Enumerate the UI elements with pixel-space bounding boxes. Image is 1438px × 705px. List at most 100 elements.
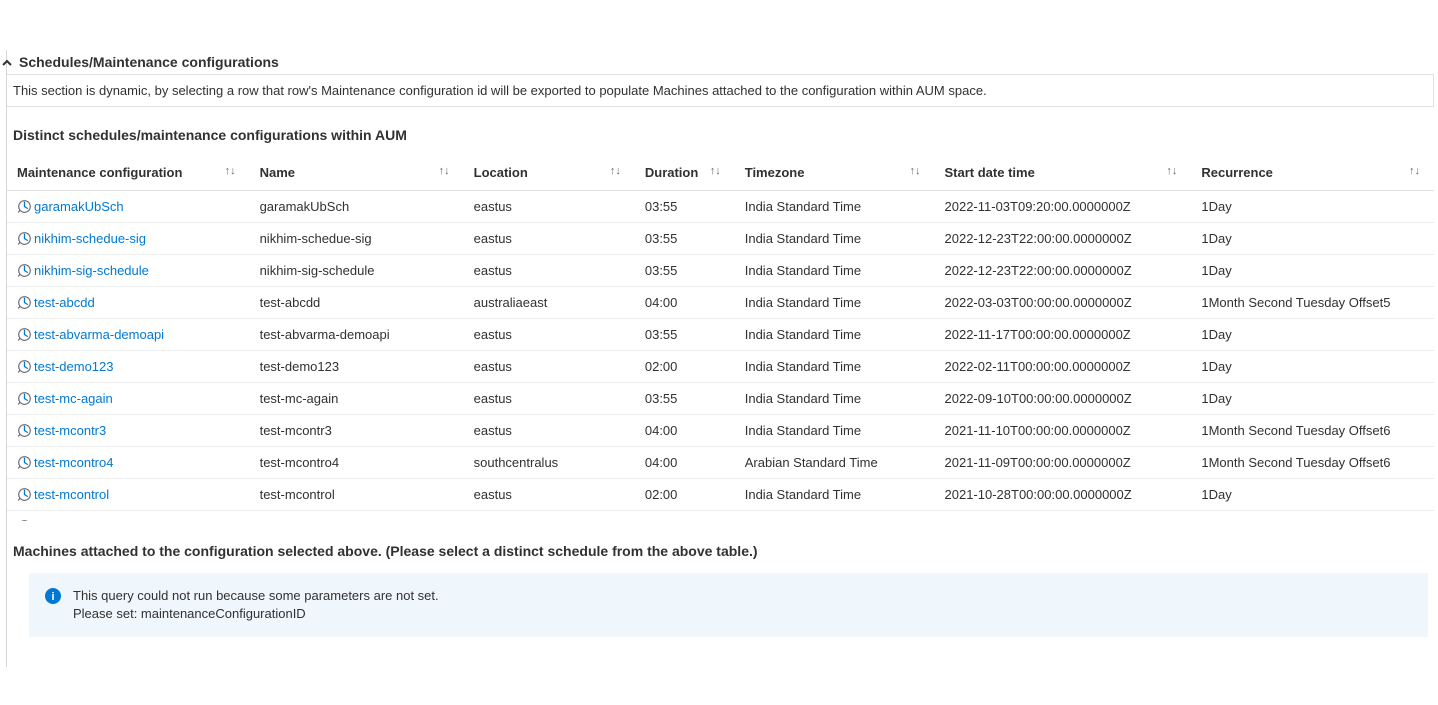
maintenance-config-icon — [17, 295, 32, 310]
table-row[interactable]: test-mcontroltest-mcontroleastus02:00Ind… — [7, 479, 1434, 511]
maintenance-config-icon — [17, 199, 32, 214]
cell-duration: 04:00 — [635, 447, 735, 479]
cell-name: test-demo123 — [250, 351, 464, 383]
column-header-4[interactable]: Timezone↑↓ — [735, 157, 935, 191]
config-link[interactable]: nikhim-sig-schedule — [34, 263, 149, 278]
maintenance-config-icon — [17, 231, 32, 246]
sort-icon[interactable]: ↑↓ — [1409, 165, 1420, 177]
table-section-title: Distinct schedules/maintenance configura… — [7, 107, 1438, 157]
column-header-0[interactable]: Maintenance configuration ↑↓ — [7, 157, 250, 191]
table-row[interactable]: test-mcontrol1test-mcontrol1eastus02:00I… — [7, 511, 1434, 522]
cell-name: test-mc-again — [250, 383, 464, 415]
cell-name: nikhim-sig-schedule — [250, 255, 464, 287]
config-link[interactable]: test-demo123 — [34, 359, 114, 374]
config-link[interactable]: nikhim-schedue-sig — [34, 231, 146, 246]
column-header-label: Start date time — [945, 165, 1035, 180]
column-header-1[interactable]: Name ↑↓ — [250, 157, 464, 191]
section-title: Schedules/Maintenance configurations — [19, 54, 279, 70]
cell-timezone: India Standard Time — [735, 351, 935, 383]
cell-timezone: India Standard Time — [735, 255, 935, 287]
cell-start: 2022-12-23T22:00:00.0000000Z — [935, 223, 1192, 255]
table-row[interactable]: nikhim-sig-schedulenikhim-sig-scheduleea… — [7, 255, 1434, 287]
config-link[interactable]: garamakUbSch — [34, 199, 124, 214]
column-header-6[interactable]: Recurrence ↑↓ — [1191, 157, 1434, 191]
cell-start: 2022-03-03T00:00:00.0000000Z — [935, 287, 1192, 319]
cell-duration: 04:00 — [635, 287, 735, 319]
cell-recurrence: 1Month Second Tuesday Offset5 — [1191, 287, 1434, 319]
cell-start: 2022-09-10T00:00:00.0000000Z — [935, 383, 1192, 415]
sort-icon[interactable]: ↑↓ — [910, 165, 921, 177]
cell-config: nikhim-sig-schedule — [7, 255, 250, 287]
cell-name: garamakUbSch — [250, 191, 464, 223]
cell-config: nikhim-schedue-sig — [7, 223, 250, 255]
cell-location: eastus — [464, 191, 635, 223]
table-row[interactable]: test-abvarma-demoapi test-abvarma-demoapi… — [7, 319, 1434, 351]
column-header-label: Name — [260, 165, 295, 180]
cell-name: nikhim-schedue-sig — [250, 223, 464, 255]
column-header-label: Recurrence — [1201, 165, 1273, 180]
cell-location: eastus — [464, 255, 635, 287]
config-link[interactable]: test-mcontrol1 — [34, 519, 116, 521]
info-message-box: i This query could not run because some … — [29, 573, 1428, 637]
sort-icon[interactable]: ↑↓ — [610, 165, 621, 177]
maintenance-config-icon — [17, 487, 32, 502]
cell-timezone: Arabian Standard Time — [735, 447, 935, 479]
config-link[interactable]: test-mcontrol — [34, 487, 109, 502]
column-header-label: Duration — [645, 165, 698, 180]
cell-duration: 02:00 — [635, 511, 735, 522]
schedules-table: Maintenance configuration↑↓Name↑↓Locatio… — [7, 157, 1434, 521]
cell-duration: 03:55 — [635, 223, 735, 255]
maintenance-config-icon — [17, 359, 32, 374]
column-header-label: Maintenance configuration — [17, 165, 182, 180]
config-link[interactable]: test-abcdd — [34, 295, 95, 310]
cell-duration: 03:55 — [635, 255, 735, 287]
table-row[interactable]: test-mc-againtest-mc-againeastus03:55Ind… — [7, 383, 1434, 415]
cell-timezone: India Standard Time — [735, 191, 935, 223]
info-line-2: Please set: maintenanceConfigurationID — [73, 605, 439, 623]
cell-duration: 02:00 — [635, 351, 735, 383]
table-row[interactable]: garamakUbSchgaramakUbScheastus03:55India… — [7, 191, 1434, 223]
cell-config: test-mc-again — [7, 383, 250, 415]
table-row[interactable]: test-abcddtest-abcddaustraliaeast04:00In… — [7, 287, 1434, 319]
cell-recurrence: 1Day — [1191, 223, 1434, 255]
cell-name: test-abcdd — [250, 287, 464, 319]
cell-timezone: India Standard Time — [735, 287, 935, 319]
config-link[interactable]: test-mcontro4 — [34, 455, 113, 470]
cell-location: eastus — [464, 415, 635, 447]
cell-name: test-abvarma-demoapi — [250, 319, 464, 351]
table-row[interactable]: test-mcontr3test-mcontr3eastus04:00India… — [7, 415, 1434, 447]
chevron-up-icon — [1, 56, 13, 68]
table-row[interactable]: test-mcontro4test-mcontro4southcentralus… — [7, 447, 1434, 479]
column-header-5[interactable]: Start date time ↑↓ — [935, 157, 1192, 191]
cell-location: eastus — [464, 383, 635, 415]
maintenance-config-icon — [17, 391, 32, 406]
sort-icon[interactable]: ↑↓ — [1166, 165, 1177, 177]
table-row[interactable]: test-demo123test-demo123eastus02:00India… — [7, 351, 1434, 383]
sort-icon[interactable]: ↑↓ — [225, 165, 236, 177]
maintenance-config-icon — [17, 263, 32, 278]
config-link[interactable]: test-mcontr3 — [34, 423, 106, 438]
cell-config: test-abvarma-demoapi — [7, 319, 250, 351]
table-row[interactable]: nikhim-schedue-signikhim-schedue-sigeast… — [7, 223, 1434, 255]
config-link[interactable]: test-abvarma-demoapi — [34, 327, 164, 342]
config-link[interactable]: test-mc-again — [34, 391, 113, 406]
sort-icon[interactable]: ↑↓ — [710, 165, 721, 177]
cell-timezone: India Standard Time — [735, 223, 935, 255]
cell-start: 2022-02-11T00:00:00.0000000Z — [935, 351, 1192, 383]
cell-location: southcentralus — [464, 447, 635, 479]
cell-start: 2022-11-03T09:20:00.0000000Z — [935, 191, 1192, 223]
cell-start: 2021-10-28T00:00:00.0000000Z — [935, 479, 1192, 511]
cell-location: australiaeast — [464, 287, 635, 319]
cell-start: 2021-10-27T00:00:00.0000000Z — [935, 511, 1192, 522]
cell-config: test-demo123 — [7, 351, 250, 383]
cell-timezone: India Standard Time — [735, 383, 935, 415]
section-header-toggle[interactable]: Schedules/Maintenance configurations — [1, 50, 1438, 74]
sort-icon[interactable]: ↑↓ — [439, 165, 450, 177]
maintenance-config-icon — [17, 327, 32, 342]
cell-timezone: India Standard Time — [735, 511, 935, 522]
column-header-3[interactable]: Duration ↑↓ — [635, 157, 735, 191]
schedules-table-container: Maintenance configuration↑↓Name↑↓Locatio… — [7, 157, 1434, 521]
cell-start: 2022-12-23T22:00:00.0000000Z — [935, 255, 1192, 287]
column-header-2[interactable]: Location↑↓ — [464, 157, 635, 191]
cell-duration: 04:00 — [635, 415, 735, 447]
